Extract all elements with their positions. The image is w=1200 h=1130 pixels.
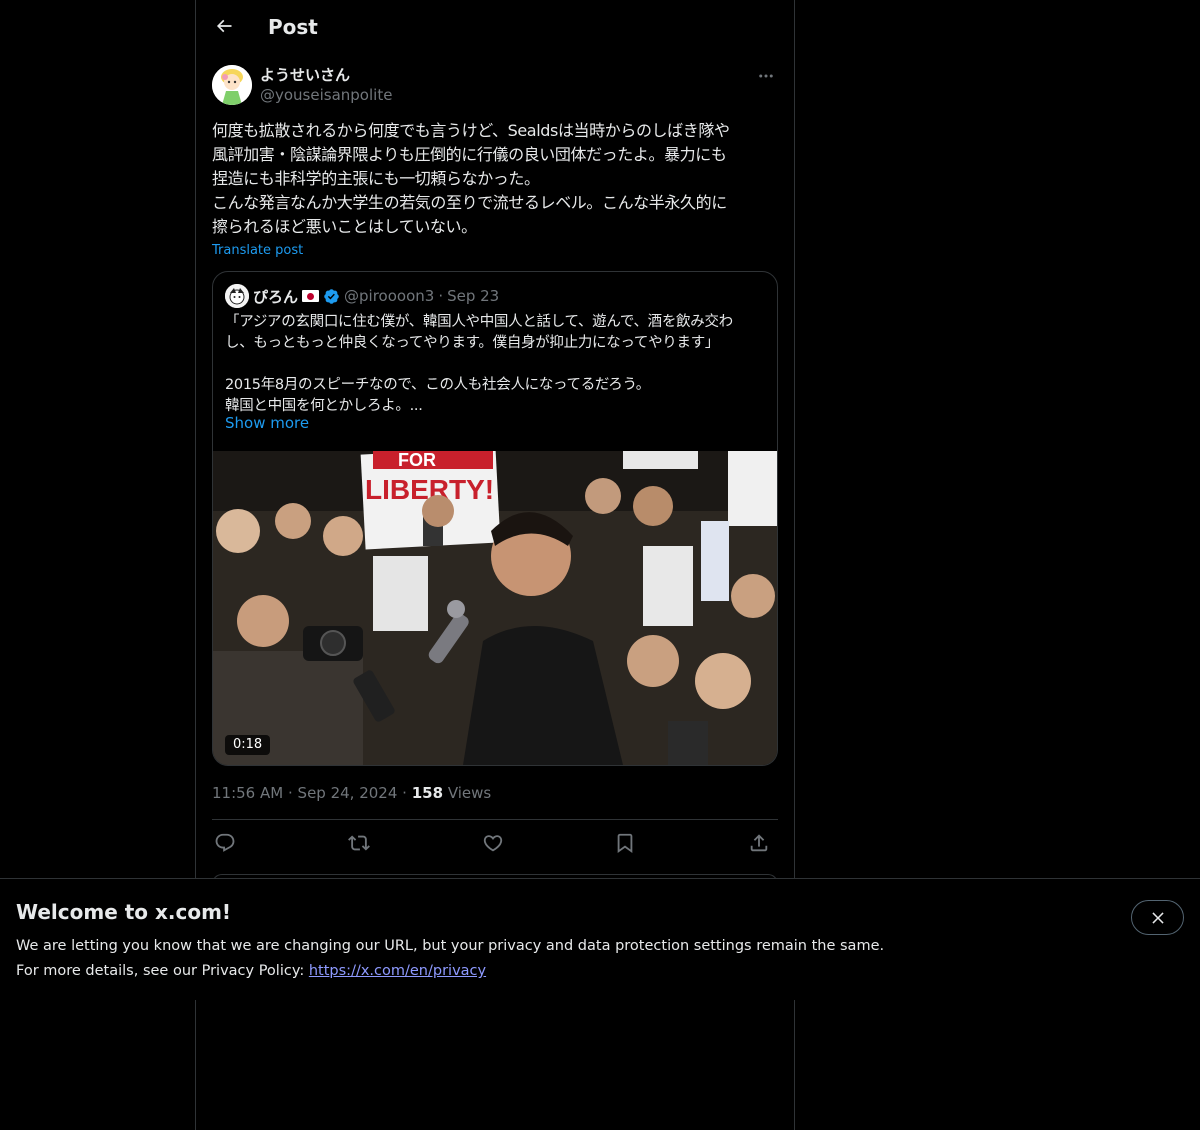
arrow-left-icon <box>216 19 232 33</box>
author-name[interactable]: ようせいさん <box>260 65 350 85</box>
quote-date: Sep 23 <box>447 287 500 305</box>
action-bar <box>212 828 778 858</box>
meta-separator: · <box>438 287 444 305</box>
post-text: 何度も拡散されるから何度でも言うけど、Sealdsは当時からのしばき隊や 風評加… <box>212 121 730 236</box>
video-player[interactable]: FOR LIBERTY! 0:18 <box>213 451 777 765</box>
reply-button[interactable] <box>212 830 238 856</box>
svg-text:FOR: FOR <box>398 451 436 470</box>
avatar-image <box>212 65 252 105</box>
more-button[interactable] <box>754 64 778 88</box>
banner-privacy-line: For more details, see our Privacy Policy… <box>16 961 486 981</box>
translate-post-link[interactable]: Translate post <box>212 242 303 260</box>
post-date[interactable]: Sep 24, 2024 <box>298 784 398 802</box>
meta-separator: · <box>287 784 293 802</box>
bookmark-icon <box>617 833 633 854</box>
bookmark-button[interactable] <box>612 830 638 856</box>
close-icon <box>1151 911 1164 924</box>
post-meta: 11:56 AM · Sep 24, 2024 · 158 Views <box>212 783 491 803</box>
back-button[interactable] <box>206 8 242 44</box>
share-button[interactable] <box>746 830 772 856</box>
like-button[interactable] <box>480 830 506 856</box>
post-author: ようせいさん @youseisanpolite <box>212 64 778 108</box>
heart-icon <box>483 835 503 852</box>
show-more-link[interactable]: Show more <box>225 413 309 433</box>
post-time[interactable]: 11:56 AM <box>212 784 283 802</box>
divider <box>212 819 778 820</box>
quote-avatar-image <box>225 284 249 308</box>
post-header: Post <box>196 0 794 54</box>
close-banner-button[interactable] <box>1131 900 1184 935</box>
quote-header: ぴろん @piroooon3 · Sep 23 <box>225 284 499 308</box>
welcome-banner: Welcome to x.com! We are letting you kno… <box>0 878 1200 1000</box>
banner-message: We are letting you know that we are chan… <box>16 938 885 954</box>
quote-author-name: ぴろん <box>253 287 299 306</box>
verified-badge-icon <box>324 288 339 304</box>
views-count: 158 <box>411 784 444 802</box>
quote-text: 「アジアの玄関口に住む僕が、韓国人や中国人と話して、遊んで、酒を飲み交わ し、も… <box>225 314 733 414</box>
japan-flag-icon <box>302 290 320 302</box>
banner-privacy-text: For more details, see our Privacy Policy… <box>16 963 309 979</box>
video-thumbnail: FOR LIBERTY! <box>213 451 777 765</box>
page-title: Post <box>268 15 318 39</box>
share-icon <box>750 834 768 852</box>
video-duration: 0:18 <box>225 735 271 755</box>
banner-title: Welcome to x.com! <box>16 900 232 924</box>
reply-icon <box>215 833 235 852</box>
more-icon <box>759 74 773 78</box>
quote-author-handle: @piroooon3 <box>344 287 435 305</box>
meta-separator: · <box>402 784 407 802</box>
quoted-post[interactable]: ぴろん @piroooon3 · Sep 23 「アジアの玄関口に住む僕が、韓国… <box>212 271 778 766</box>
privacy-policy-link[interactable]: https://x.com/en/privacy <box>309 963 486 979</box>
author-handle[interactable]: @youseisanpolite <box>260 85 392 105</box>
repost-icon <box>348 835 370 851</box>
quote-avatar <box>225 284 249 308</box>
repost-button[interactable] <box>346 830 372 856</box>
views-label: Views <box>447 784 492 802</box>
avatar[interactable] <box>212 65 252 105</box>
